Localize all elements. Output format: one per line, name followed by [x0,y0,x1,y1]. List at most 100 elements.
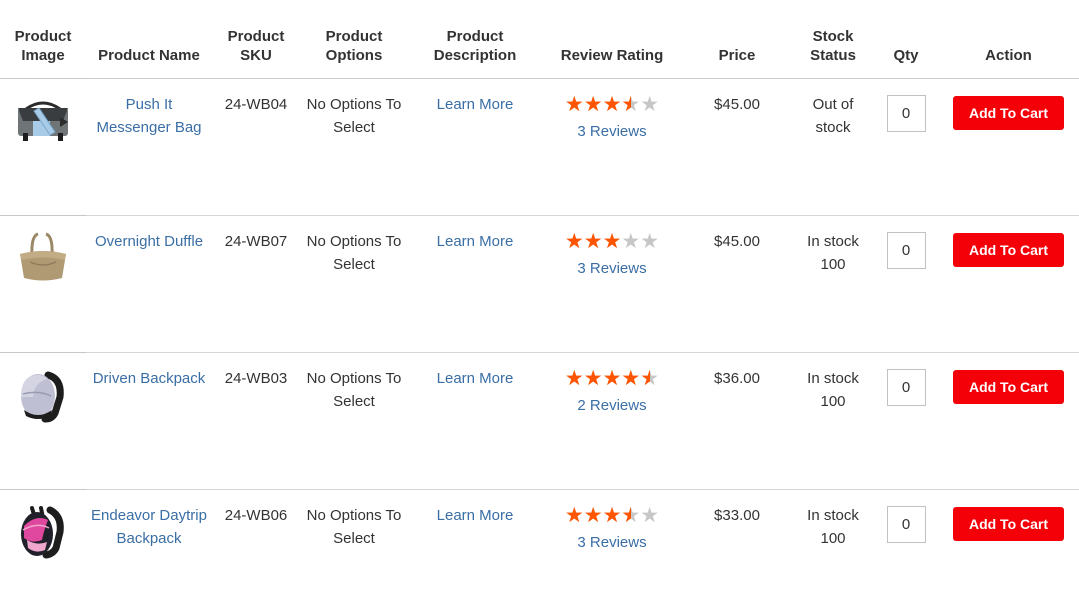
cell-product-image [0,78,86,216]
stock-status-label: Out of stock [812,95,854,136]
product-price: $33.00 [714,506,760,524]
product-name-link[interactable]: Push It Messenger Bag [90,93,208,139]
product-price: $45.00 [714,232,760,250]
product-sku-text: 24-WB06 [224,506,288,524]
cell-action: Add To Cart [938,78,1079,216]
product-options-text: No Options To Select [306,506,402,547]
cell-review-rating: ★★★★★★★★★★ 3 Reviews [542,215,682,353]
cell-qty [874,352,938,490]
cell-price: $45.00 [682,215,792,353]
cell-stock-status: In stock 100 [792,215,874,353]
cell-product-sku: 24-WB03 [212,352,300,490]
stock-quantity: 100 [820,392,846,410]
learn-more-link[interactable]: Learn More [437,507,514,524]
header-product-name: Product Name [86,0,212,79]
header-review-rating: Review Rating [542,0,682,79]
cell-product-image [0,352,86,490]
table-row: Endeavor Daytrip Backpack 24-WB06 No Optio… [0,489,1079,593]
product-options-text: No Options To Select [306,369,402,410]
star-rating-filled: ★★★★★ [564,366,650,389]
cell-product-name: Push It Messenger Bag [86,78,212,216]
cell-price: $33.00 [682,489,792,593]
cell-product-options: No Options To Select [300,78,408,216]
header-stock-status: Stock Status [792,0,874,79]
table-body: Push It Messenger Bag 24-WB04 No Options T… [0,78,1079,593]
header-product-description: Product Description [408,0,542,79]
cell-qty [874,489,938,593]
product-sku-text: 24-WB07 [224,232,288,250]
learn-more-link[interactable]: Learn More [437,96,514,113]
driven-backpack-thumbnail [4,363,82,423]
stock-quantity: 100 [820,529,846,547]
stock-status-label: In stock [807,369,859,387]
star-rating: ★★★★★★★★★★ [565,93,659,115]
star-rating-filled: ★★★★★ [564,503,631,526]
product-price: $45.00 [714,95,760,113]
header-product-image: Product Image [0,0,86,79]
star-rating: ★★★★★★★★★★ [565,504,659,526]
star-rating-filled: ★★★★★ [564,229,622,252]
table-header: Product Image Product Name Product SKU P… [0,0,1079,79]
product-sku-text: 24-WB03 [224,369,288,387]
rating-wrapper: ★★★★★★★★★★ [546,230,678,252]
cell-product-name: Overnight Duffle [86,215,212,353]
table-row: Overnight Duffle 24-WB07 No Options To Sel… [0,215,1079,353]
messenger-bag-thumbnail [4,89,82,149]
header-price: Price [682,0,792,79]
cell-price: $45.00 [682,78,792,216]
cell-product-image [0,489,86,593]
cell-product-description: Learn More [408,215,542,353]
product-name-link[interactable]: Endeavor Daytrip Backpack [90,504,208,550]
product-options-text: No Options To Select [306,232,402,273]
cell-product-image [0,215,86,353]
cell-stock-status: In stock 100 [792,352,874,490]
header-product-options: Product Options [300,0,408,79]
reviews-count-link[interactable]: 3 Reviews [546,258,678,280]
product-name-link[interactable]: Overnight Duffle [90,230,208,253]
qty-input[interactable] [886,505,926,543]
cell-review-rating: ★★★★★★★★★★ 3 Reviews [542,78,682,216]
add-to-cart-button[interactable]: Add To Cart [952,506,1065,541]
add-to-cart-button[interactable]: Add To Cart [952,95,1065,130]
cell-stock-status: In stock 100 [792,489,874,593]
learn-more-link[interactable]: Learn More [437,233,514,250]
daytrip-backpack-thumbnail [4,500,82,560]
cell-qty [874,78,938,216]
reviews-count-link[interactable]: 3 Reviews [546,121,678,143]
cell-product-description: Learn More [408,78,542,216]
header-row: Product Image Product Name Product SKU P… [0,0,1079,79]
cell-product-options: No Options To Select [300,489,408,593]
qty-input[interactable] [886,368,926,406]
product-options-text: No Options To Select [306,95,402,136]
product-comparison-table: Product Image Product Name Product SKU P… [0,0,1079,593]
table-row: Push It Messenger Bag 24-WB04 No Options T… [0,78,1079,216]
qty-input[interactable] [886,231,926,269]
add-to-cart-button[interactable]: Add To Cart [952,369,1065,404]
rating-wrapper: ★★★★★★★★★★ [546,367,678,389]
cell-product-sku: 24-WB06 [212,489,300,593]
product-name-link[interactable]: Driven Backpack [90,367,208,390]
duffle-bag-thumbnail [4,226,82,286]
cell-review-rating: ★★★★★★★★★★ 2 Reviews [542,352,682,490]
stock-status-label: In stock [807,506,859,524]
cell-review-rating: ★★★★★★★★★★ 3 Reviews [542,489,682,593]
cell-product-sku: 24-WB04 [212,78,300,216]
reviews-count-link[interactable]: 2 Reviews [546,395,678,417]
cell-action: Add To Cart [938,215,1079,353]
star-rating: ★★★★★★★★★★ [565,230,659,252]
cell-product-sku: 24-WB07 [212,215,300,353]
learn-more-link[interactable]: Learn More [437,370,514,387]
header-qty: Qty [874,0,938,79]
rating-wrapper: ★★★★★★★★★★ [546,504,678,526]
cell-action: Add To Cart [938,352,1079,490]
cell-product-options: No Options To Select [300,352,408,490]
star-rating-filled: ★★★★★ [564,92,631,115]
reviews-count-link[interactable]: 3 Reviews [546,532,678,554]
qty-input[interactable] [886,94,926,132]
add-to-cart-button[interactable]: Add To Cart [952,232,1065,267]
cell-product-name: Endeavor Daytrip Backpack [86,489,212,593]
cell-action: Add To Cart [938,489,1079,593]
table-row: Driven Backpack 24-WB03 No Options To Sele… [0,352,1079,490]
cell-price: $36.00 [682,352,792,490]
cell-product-name: Driven Backpack [86,352,212,490]
